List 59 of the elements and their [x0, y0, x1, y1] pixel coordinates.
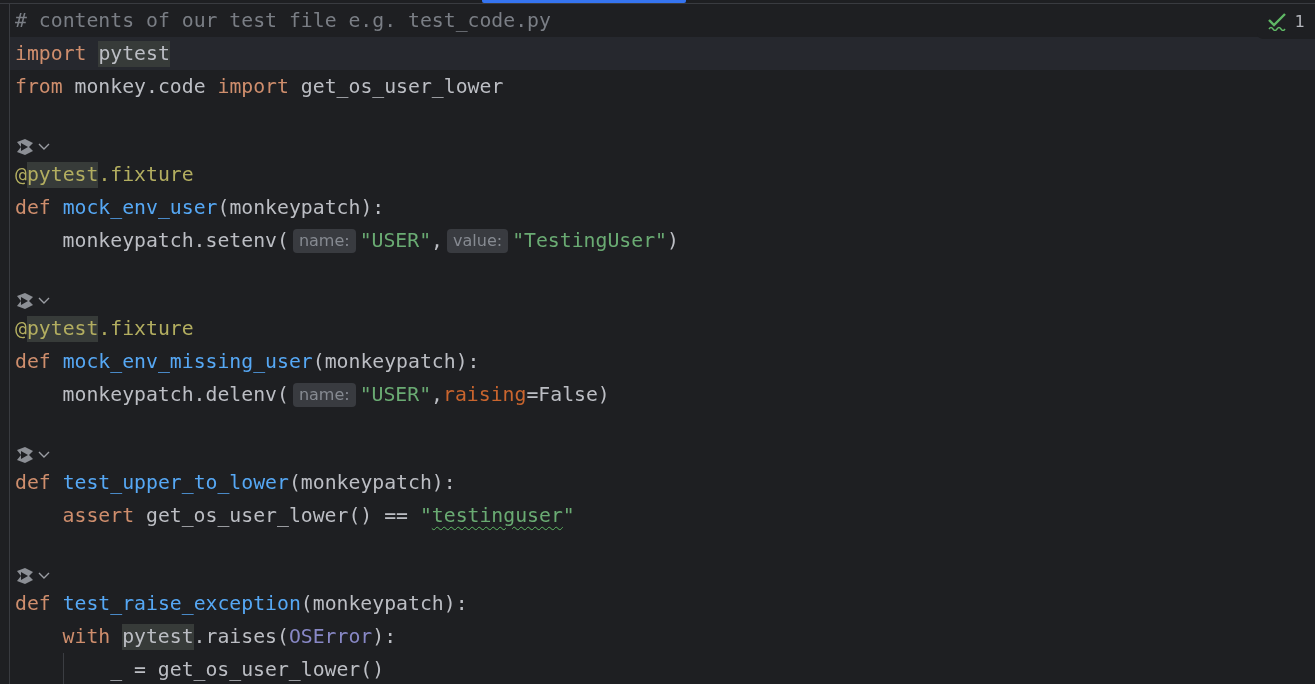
code-keyword: import: [217, 73, 290, 100]
code-keyword: def: [15, 590, 52, 617]
string-literal: "USER": [359, 381, 432, 408]
code-text: .raises(: [193, 623, 289, 650]
function-name: mock_env_user: [62, 194, 218, 221]
string-literal: "TestingUser": [512, 227, 667, 254]
code-text: pytest: [122, 623, 194, 650]
code-comment: # contents of our test file e.g. test_code.py: [15, 7, 551, 34]
parameter-hint: name:: [292, 228, 356, 253]
string-literal: ": [419, 502, 432, 529]
code-text: (monkeypatch):: [300, 590, 468, 617]
decorator-text: @: [15, 161, 27, 188]
decorator-text: pytest: [26, 161, 99, 188]
code-text: monkey.code: [74, 73, 207, 100]
chevron-icon[interactable]: [38, 143, 50, 151]
parameter-hint: value:: [447, 228, 509, 253]
run-test-icon[interactable]: [15, 292, 35, 310]
parameter-hint: name:: [292, 382, 356, 407]
string-literal: testinguser: [431, 502, 563, 529]
decorator-text: @: [15, 315, 27, 342]
code-text: get_os_user_lower() ==: [145, 502, 409, 529]
code-keyword: from: [15, 73, 64, 100]
chevron-icon[interactable]: [38, 451, 50, 459]
code-keyword: assert: [62, 502, 136, 529]
run-test-icon[interactable]: [15, 567, 35, 585]
function-name: test_upper_to_lower: [62, 469, 289, 496]
code-text: get_os_user_lower: [300, 73, 504, 100]
chevron-icon[interactable]: [38, 572, 50, 580]
code-keyword: def: [15, 194, 52, 221]
code-keyword: def: [15, 348, 52, 375]
code-text: monkeypatch.setenv(: [62, 227, 289, 254]
function-name: test_raise_exception: [62, 590, 301, 617]
run-test-icon[interactable]: [15, 446, 35, 464]
keyword-argument: raising: [443, 381, 527, 408]
code-text: _ = get_os_user_lower(): [110, 656, 385, 683]
decorator-text: .fixture: [98, 161, 194, 188]
code-text: monkeypatch.delenv(: [62, 381, 289, 408]
code-text: =False): [526, 381, 610, 408]
problem-count: 1: [1294, 11, 1305, 31]
decorator-text: pytest: [26, 315, 99, 342]
function-name: mock_env_missing_user: [62, 348, 313, 375]
code-keyword: def: [15, 469, 52, 496]
run-test-icon[interactable]: [15, 138, 35, 156]
code-text: ): [666, 227, 679, 254]
code-text: pytest: [98, 40, 170, 67]
decorator-text: .fixture: [98, 315, 194, 342]
chevron-icon[interactable]: [38, 297, 50, 305]
code-text: (monkeypatch):: [312, 348, 480, 375]
string-literal: "USER": [359, 227, 432, 254]
code-keyword: import: [15, 40, 88, 67]
code-text: ,: [431, 227, 444, 254]
string-literal: ": [562, 502, 575, 529]
check-icon: [1266, 11, 1287, 31]
code-text: (monkeypatch):: [217, 194, 385, 221]
code-keyword: with: [62, 623, 112, 650]
code-text: ):: [372, 623, 397, 650]
code-text: (monkeypatch):: [288, 469, 456, 496]
code-text: ,: [431, 381, 444, 408]
class-name: OSError: [288, 623, 373, 650]
